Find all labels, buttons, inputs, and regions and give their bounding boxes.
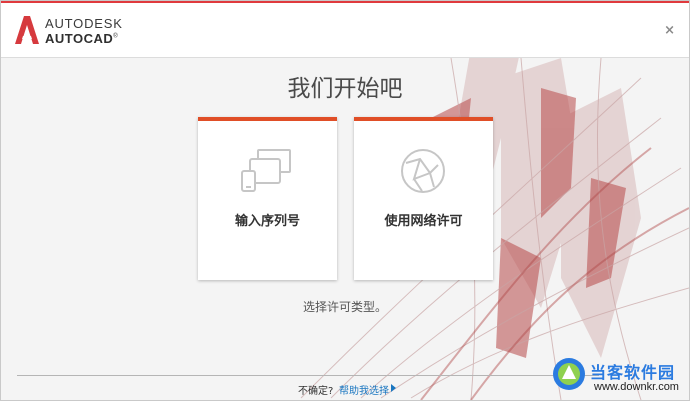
network-license-card[interactable]: 使用网络许可 xyxy=(354,117,493,280)
devices-icon xyxy=(241,149,291,192)
serial-number-label: 输入序列号 xyxy=(234,214,300,229)
brand-product: AUTOCAD® xyxy=(45,31,118,46)
help-me-choose-link[interactable]: 帮助我选择 xyxy=(339,382,389,397)
footer-question: 不确定? xyxy=(298,386,334,397)
serial-number-card[interactable]: 输入序列号 xyxy=(198,117,337,280)
close-button[interactable]: × xyxy=(664,23,675,38)
network-license-label: 使用网络许可 xyxy=(384,214,463,229)
page-title: 我们开始吧 xyxy=(287,76,403,102)
license-type-hint: 选择许可类型。 xyxy=(302,300,387,314)
background-artwork xyxy=(300,58,689,400)
watermark-url: www.downkr.com xyxy=(594,381,679,393)
autodesk-logo-icon xyxy=(15,16,39,44)
brand-product-name: AUTOCAD xyxy=(45,31,114,46)
network-globe-icon xyxy=(401,149,445,193)
installer-window: AUTODESK AUTOCAD® × 我们开始吧 输入序列号 使用网络许可 选… xyxy=(0,0,690,401)
brand-autodesk: AUTODESK xyxy=(45,16,123,31)
header-bar: AUTODESK AUTOCAD® × xyxy=(1,3,689,58)
footer-divider xyxy=(17,375,599,376)
chevron-right-icon[interactable] xyxy=(391,384,396,392)
watermark-name: 当客软件园 xyxy=(590,363,676,382)
watermark-logo-icon xyxy=(553,358,585,390)
brand-registered-mark: ® xyxy=(113,33,119,40)
